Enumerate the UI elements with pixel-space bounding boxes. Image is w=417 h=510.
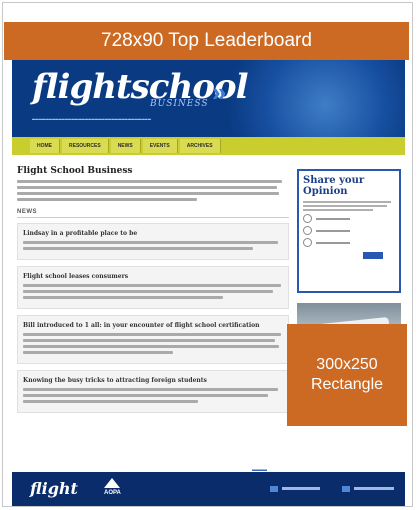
option-label: [316, 241, 350, 244]
radio-button[interactable]: [303, 226, 312, 235]
text-line: [23, 241, 278, 244]
text-line: [303, 205, 387, 207]
nav-item-events[interactable]: EVENTS: [142, 139, 178, 153]
aopa-logo[interactable]: AOPA: [104, 478, 121, 496]
rectangle-ad[interactable]: 300x250 Rectangle: [287, 324, 407, 426]
tagline: ━━━━━━━━━━━━━━━━━━━━━━━━━━━━━━━━━━━━: [32, 117, 152, 123]
aopa-label: AOPA: [104, 490, 121, 496]
ad-size-label: 300x250: [316, 356, 378, 373]
text-line: [23, 284, 281, 287]
article-title[interactable]: Flight school leases consumers: [23, 273, 283, 280]
main-nav: HOME RESOURCES NEWS EVENTS ARCHIVES: [12, 137, 405, 155]
text-line: [303, 209, 373, 211]
text-line: [303, 201, 391, 203]
article-title[interactable]: Knowing the busy tricks to attracting fo…: [23, 377, 283, 384]
poll-option[interactable]: [303, 214, 395, 223]
text-line: [23, 388, 278, 391]
option-label: [316, 217, 350, 220]
nav-item-news[interactable]: NEWS: [110, 139, 141, 153]
footer-link[interactable]: [354, 487, 394, 490]
radio-button[interactable]: [303, 238, 312, 247]
text-line: [17, 198, 197, 201]
nav-item-home[interactable]: HOME: [30, 139, 60, 153]
main-content: Flight School Business NEWS Lindsay in a…: [17, 160, 289, 419]
text-line: [23, 394, 268, 397]
nav-item-archives[interactable]: ARCHIVES: [179, 139, 221, 153]
website-preview: flightschool BUSINESS » ━━━━━━━━━━━━━━━━…: [12, 20, 405, 506]
text-line: [23, 290, 273, 293]
chevron-icon: »: [212, 77, 227, 107]
article-title[interactable]: Bill introduced to 1 all: in your encoun…: [23, 322, 283, 329]
ad-type-label: Rectangle: [310, 376, 384, 393]
text-line: [23, 339, 275, 342]
leaderboard-ad[interactable]: 728x90 Top Leaderboard: [4, 22, 409, 60]
poll-title: Share your Opinion: [303, 175, 365, 197]
poll-option[interactable]: [303, 226, 395, 235]
site-header: flightschool BUSINESS » ━━━━━━━━━━━━━━━━…: [12, 55, 405, 137]
news-heading: NEWS: [17, 209, 37, 215]
text-line: [23, 333, 281, 336]
text-line: [23, 351, 173, 354]
article-card[interactable]: Lindsay in a profitable place to be: [17, 223, 289, 260]
text-line: [17, 192, 279, 195]
text-line: [17, 180, 282, 183]
text-line: [23, 247, 253, 250]
footer-link-icon: [270, 486, 278, 492]
text-line: [23, 296, 223, 299]
poll-option[interactable]: [303, 238, 395, 247]
opinion-poll: Share your Opinion: [297, 169, 401, 293]
divider: [17, 217, 289, 218]
site-logo-subtitle: BUSINESS: [150, 99, 209, 109]
radio-button[interactable]: [303, 214, 312, 223]
footer-logo[interactable]: flight: [30, 479, 78, 498]
vote-button[interactable]: [363, 252, 383, 259]
site-footer: flight AOPA: [12, 472, 405, 506]
article-title[interactable]: Lindsay in a profitable place to be: [23, 230, 283, 237]
option-label: [316, 229, 350, 232]
text-line: [17, 186, 277, 189]
footer-link-icon: [342, 486, 350, 492]
text-line: [23, 400, 198, 403]
footer-link[interactable]: [282, 487, 320, 490]
article-card[interactable]: Bill introduced to 1 all: in your encoun…: [17, 315, 289, 364]
text-line: [23, 345, 279, 348]
page-title: Flight School Business: [17, 166, 133, 176]
aopa-triangle-icon: [104, 478, 121, 488]
article-card[interactable]: Knowing the busy tricks to attracting fo…: [17, 370, 289, 413]
article-card[interactable]: Flight school leases consumers: [17, 266, 289, 309]
nav-item-resources[interactable]: RESOURCES: [62, 139, 109, 153]
